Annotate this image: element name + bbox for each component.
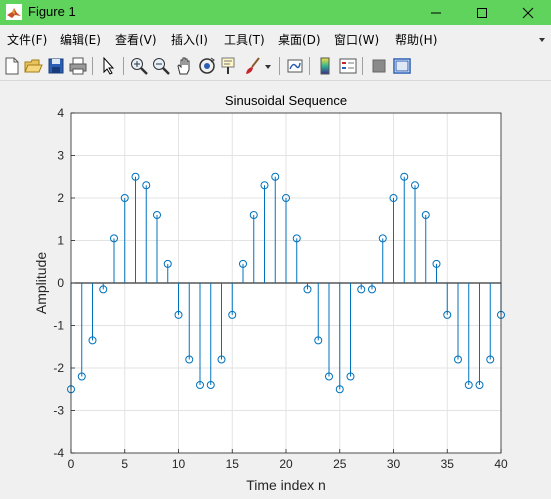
- toolbar-separator: [92, 57, 93, 75]
- maximize-button[interactable]: [459, 0, 505, 25]
- toolbar: [0, 52, 551, 81]
- menu-file[interactable]: 文件(F): [7, 31, 47, 48]
- zoom-in-icon[interactable]: [129, 56, 149, 76]
- x-tick-label: 25: [333, 457, 347, 471]
- y-tick-label: -3: [53, 404, 64, 418]
- y-axis-label: Amplitude: [33, 252, 49, 314]
- x-tick-label: 35: [441, 457, 455, 471]
- link-plot-icon[interactable]: [285, 56, 305, 76]
- y-tick-label: 4: [57, 106, 64, 120]
- pointer-icon[interactable]: [99, 56, 119, 76]
- x-tick-label: 15: [226, 457, 240, 471]
- pan-icon[interactable]: [174, 56, 194, 76]
- stem-plot[interactable]: 0 5 10 15 20 25 30 35 40 -4 -3 -2 -1 0 1 2 3 4 Sinusoidal…: [0, 81, 551, 499]
- colorbar-icon[interactable]: [315, 56, 335, 76]
- window-title: Figure 1: [28, 4, 76, 19]
- toolbar-separator: [309, 57, 310, 75]
- close-button[interactable]: [505, 0, 551, 25]
- y-tick-label: 1: [57, 234, 64, 248]
- show-plot-tools-icon[interactable]: [392, 56, 412, 76]
- x-tick-label: 40: [494, 457, 508, 471]
- menu-bar: 文件(F) 编辑(E) 查看(V) 插入(I) 工具(T) 桌面(D) 窗口(W…: [0, 27, 551, 51]
- x-tick-label: 30: [387, 457, 401, 471]
- save-icon[interactable]: [46, 56, 66, 76]
- y-tick-label: -4: [53, 446, 64, 460]
- brush-icon[interactable]: [243, 56, 263, 76]
- matlab-logo-icon: [6, 4, 22, 20]
- toolbar-separator: [362, 57, 363, 75]
- menu-edit[interactable]: 编辑(E): [60, 31, 101, 48]
- x-tick-label: 5: [121, 457, 128, 471]
- rotate-3d-icon[interactable]: [197, 56, 217, 76]
- title-bar: Figure 1: [0, 0, 551, 25]
- hide-plot-tools-icon[interactable]: [369, 56, 389, 76]
- menu-help[interactable]: 帮助(H): [395, 31, 437, 48]
- x-tick-label: 0: [68, 457, 75, 471]
- y-tick-label: -2: [53, 361, 64, 375]
- menu-desktop[interactable]: 桌面(D): [278, 31, 321, 48]
- menu-overflow-icon[interactable]: [537, 35, 547, 45]
- new-figure-icon[interactable]: [2, 56, 22, 76]
- data-cursor-icon[interactable]: [219, 56, 239, 76]
- close-icon: [522, 7, 534, 18]
- x-tick-label: 20: [279, 457, 293, 471]
- y-tick-label: 3: [57, 149, 64, 163]
- x-axis-label: Time index n: [246, 477, 326, 493]
- brush-dropdown-icon[interactable]: [263, 56, 273, 76]
- toolbar-separator: [279, 57, 280, 75]
- y-tick-label: 0: [57, 276, 64, 290]
- maximize-icon: [477, 7, 487, 18]
- toolbar-separator: [123, 57, 124, 75]
- print-icon[interactable]: [68, 56, 88, 76]
- y-tick-label: 2: [57, 191, 64, 205]
- minimize-icon: [431, 12, 441, 13]
- minimize-button[interactable]: [413, 0, 459, 25]
- chart-title: Sinusoidal Sequence: [225, 93, 347, 108]
- open-file-icon[interactable]: [23, 56, 43, 76]
- menu-tools[interactable]: 工具(T): [224, 31, 265, 48]
- menu-insert[interactable]: 插入(I): [171, 31, 208, 48]
- x-tick-label: 10: [172, 457, 186, 471]
- figure-canvas: 0 5 10 15 20 25 30 35 40 -4 -3 -2 -1 0 1 2 3 4 Sinusoidal…: [0, 81, 551, 499]
- menu-window[interactable]: 窗口(W): [334, 31, 379, 48]
- legend-icon[interactable]: [338, 56, 358, 76]
- y-tick-label: -1: [53, 319, 64, 333]
- menu-view[interactable]: 查看(V): [115, 31, 157, 48]
- zoom-out-icon[interactable]: [151, 56, 171, 76]
